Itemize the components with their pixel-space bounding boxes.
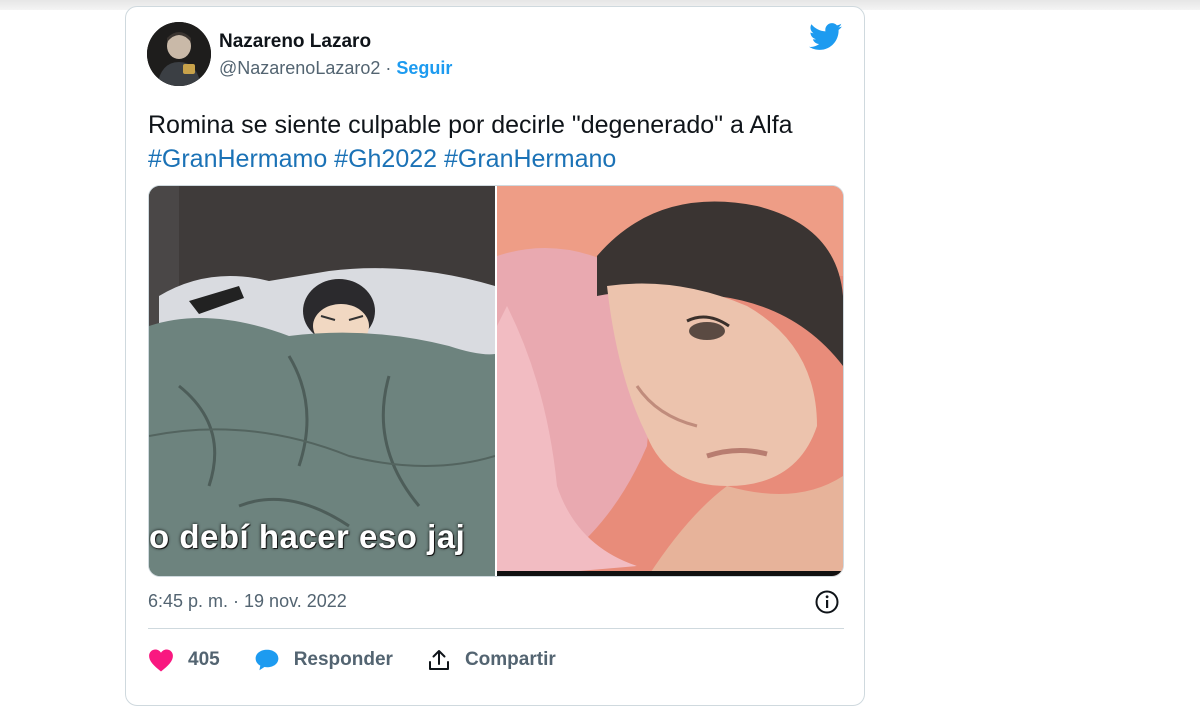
meme-photo-image[interactable] xyxy=(497,186,843,576)
tweet-media[interactable]: o debí hacer eso jaj xyxy=(148,185,844,577)
handle-separator: · xyxy=(380,58,397,78)
avatar[interactable] xyxy=(147,22,211,86)
woman-pillow-photo xyxy=(497,186,843,576)
follow-button[interactable]: Seguir xyxy=(396,58,452,78)
like-button[interactable]: 405 xyxy=(148,648,220,672)
reply-bubble-icon xyxy=(255,649,279,671)
author-name[interactable]: Nazareno Lazaro xyxy=(219,31,371,53)
tweet-actions: 405 Responder Compartir xyxy=(148,645,590,675)
reply-button[interactable]: Responder xyxy=(254,648,393,672)
actions-divider xyxy=(148,628,844,629)
share-label: Compartir xyxy=(464,649,556,670)
tweet-body: Romina se siente culpable por decirle "d… xyxy=(148,111,793,139)
meme-anime-image[interactable]: o debí hacer eso jaj xyxy=(149,186,495,576)
share-button[interactable]: Compartir xyxy=(427,648,556,672)
author-handle-row: @NazarenoLazaro2 · Seguir xyxy=(219,58,452,79)
share-icon xyxy=(428,650,449,670)
like-count: 405 xyxy=(188,649,220,670)
twitter-bird-icon[interactable] xyxy=(809,23,843,51)
tweet-timestamp[interactable]: 6:45 p. m. · 19 nov. 2022 xyxy=(148,591,347,612)
reply-label: Responder xyxy=(293,649,393,670)
author-handle[interactable]: @NazarenoLazaro2 xyxy=(219,58,380,78)
tweet-text: Romina se siente culpable por decirle "d… xyxy=(148,108,848,176)
heart-icon xyxy=(149,649,173,672)
info-icon[interactable] xyxy=(814,589,840,615)
tweet-hashtags[interactable]: #GranHermamo #Gh2022 #GranHermano xyxy=(148,142,848,176)
meme-caption: o debí hacer eso jaj xyxy=(149,518,466,555)
tweet-card: Nazareno Lazaro @NazarenoLazaro2 · Segui… xyxy=(125,6,865,706)
